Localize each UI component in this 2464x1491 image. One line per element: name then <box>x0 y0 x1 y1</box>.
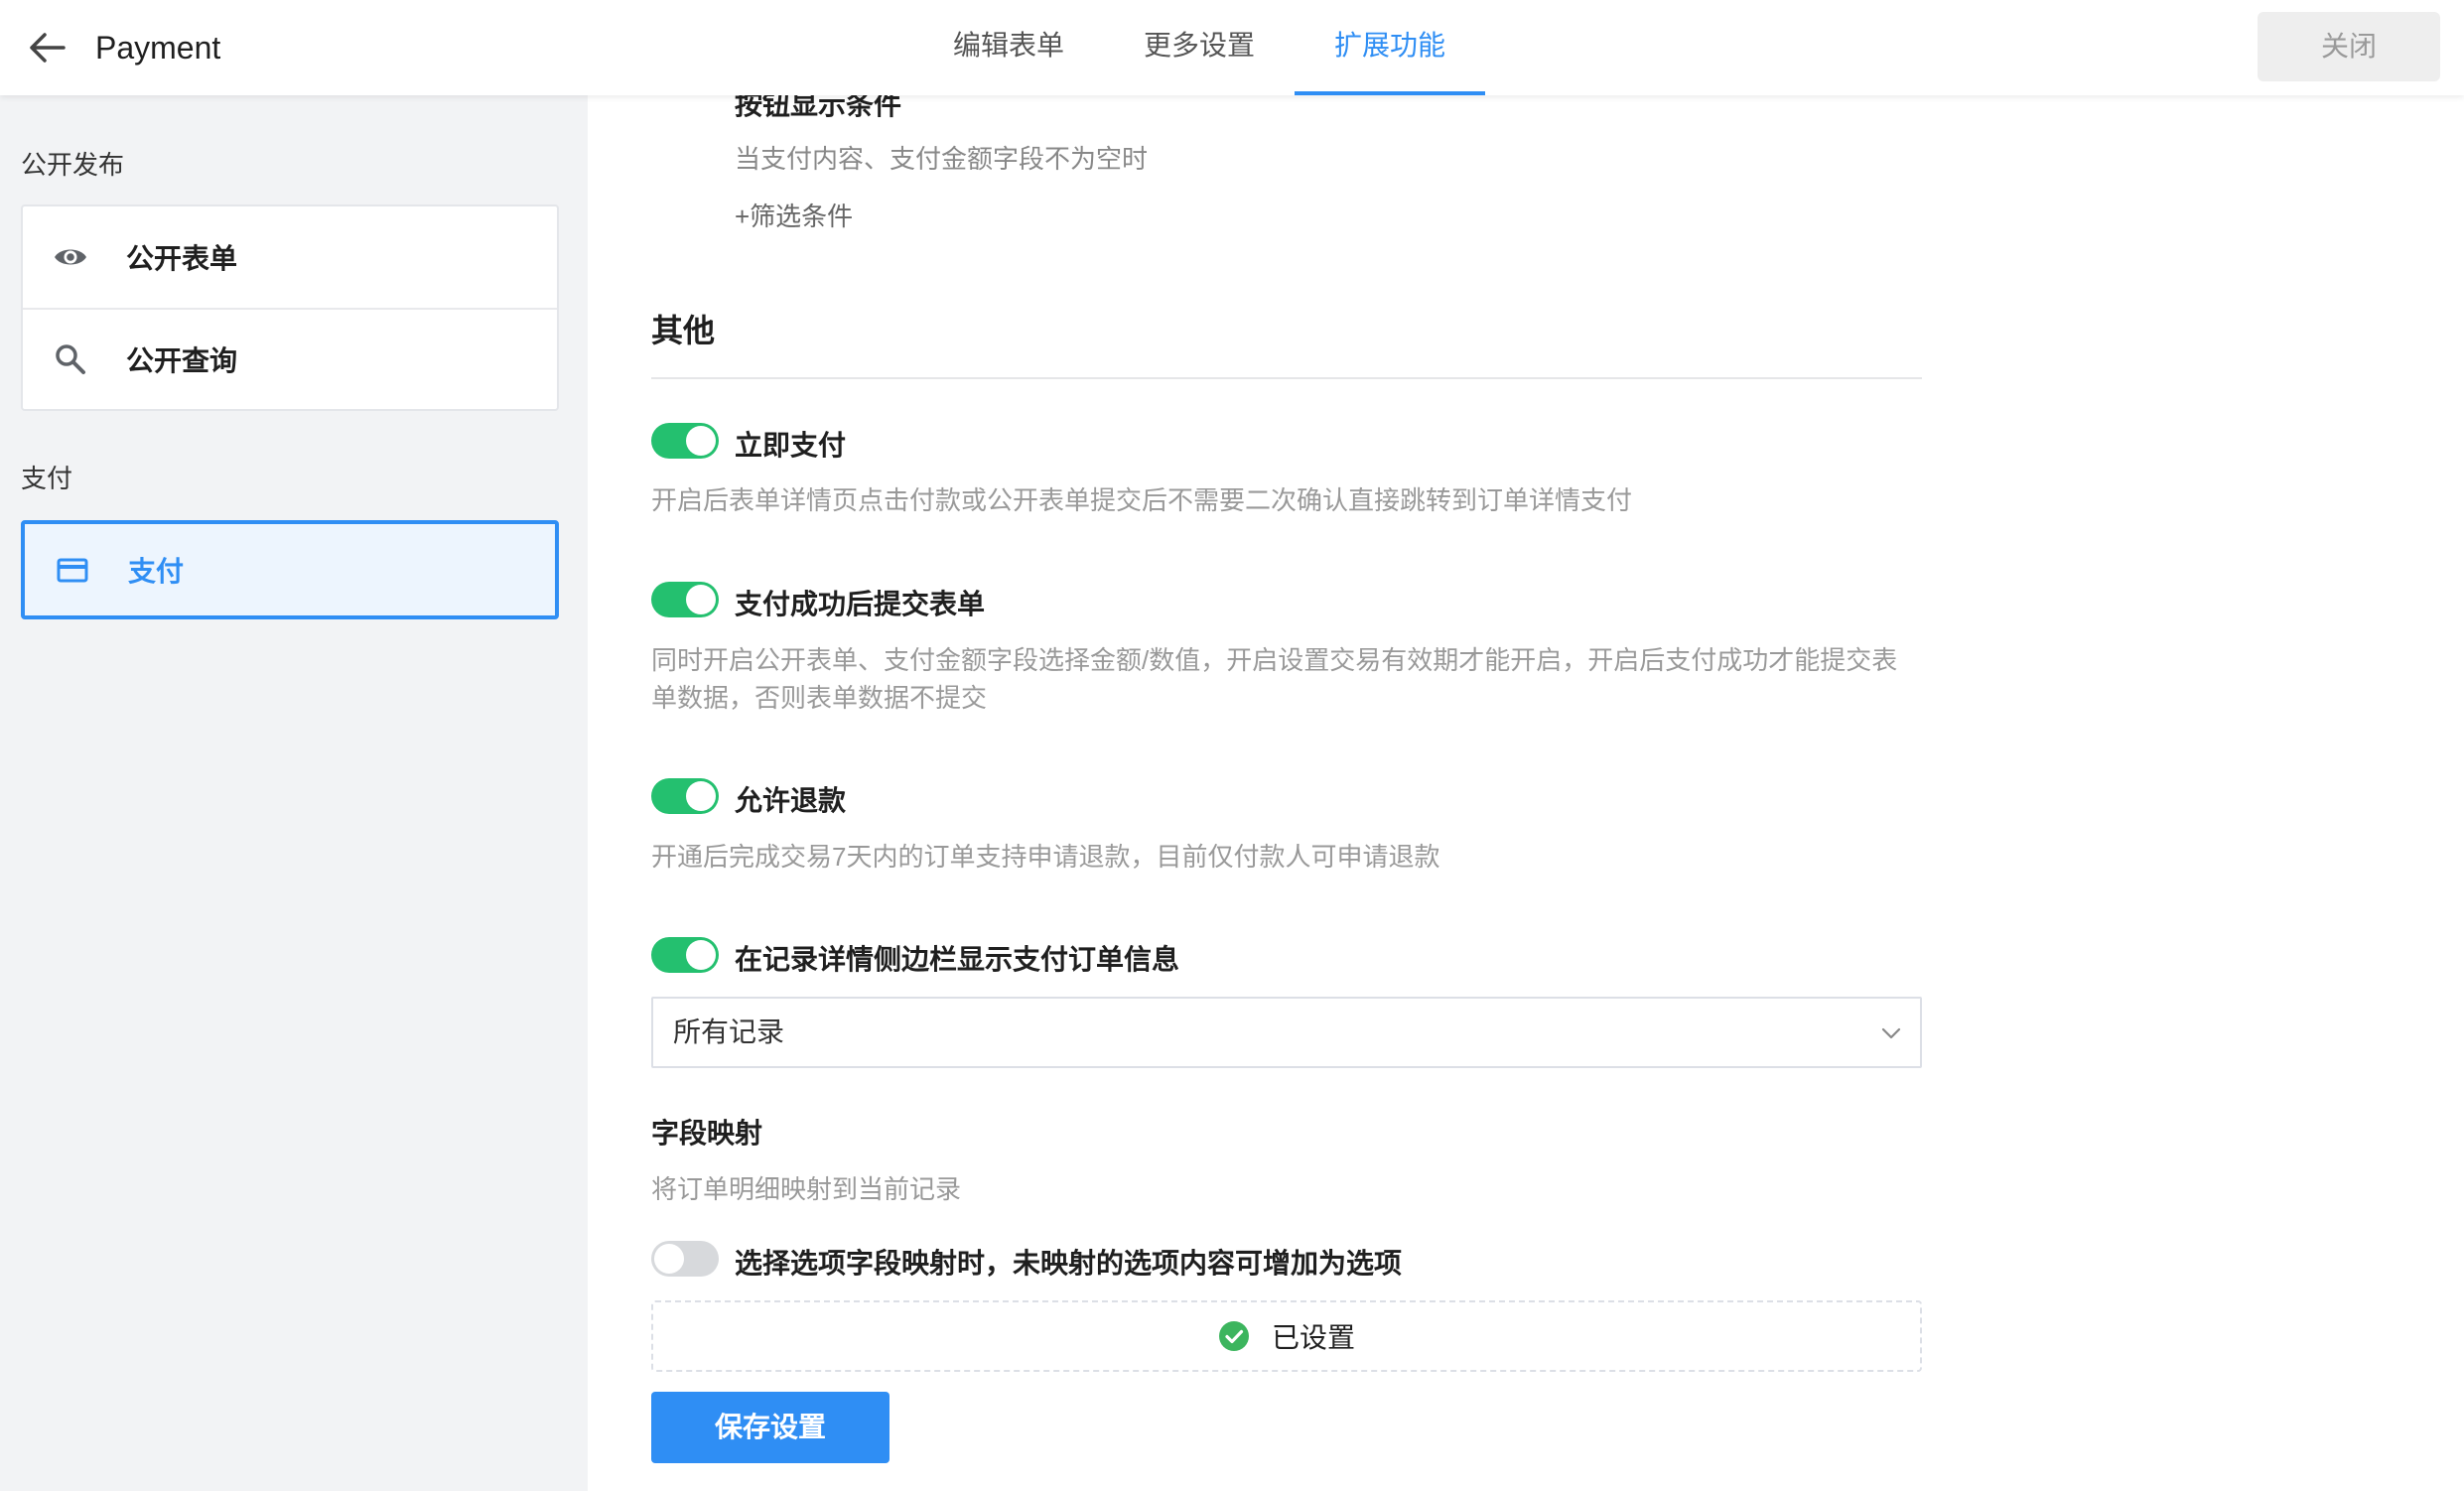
mapping-configured-box[interactable]: 已设置 <box>651 1300 1922 1372</box>
toggle-knob <box>686 781 716 811</box>
field-mapping-title: 字段映射 <box>651 1118 763 1149</box>
sidebar-item-public-form[interactable]: 公开表单 <box>23 206 557 308</box>
top-bar: Payment 编辑表单 更多设置 扩展功能 关闭 <box>0 0 2464 95</box>
sidebar-item-label: 公开表单 <box>126 243 238 274</box>
submit-after-pay-desc-line2: 单数据，否则表单数据不提交 <box>651 683 988 713</box>
payment-card: 支付 <box>21 520 559 619</box>
back-arrow-icon[interactable] <box>24 24 71 71</box>
show-order-info-toggle[interactable] <box>651 937 719 973</box>
pay-now-desc: 开启后表单详情页点击付款或公开表单提交后不需要二次确认直接跳转到订单详情支付 <box>651 485 1633 515</box>
field-mapping-desc: 将订单明细映射到当前记录 <box>651 1174 962 1204</box>
record-scope-select[interactable]: 所有记录 <box>651 997 1922 1068</box>
allow-refund-label: 允许退款 <box>735 785 847 816</box>
sidebar-item-public-query[interactable]: 公开查询 <box>23 308 557 409</box>
add-unmapped-options-toggle[interactable] <box>651 1241 719 1277</box>
tab-extensions[interactable]: 扩展功能 <box>1295 0 1485 95</box>
sidebar-item-label: 支付 <box>128 556 185 587</box>
add-unmapped-options-label: 选择选项字段映射时，未映射的选项内容可增加为选项 <box>735 1248 1403 1279</box>
tab-bar: 编辑表单 更多设置 扩展功能 <box>913 0 1485 95</box>
allow-refund-desc: 开通后完成交易7天内的订单支持申请退款，目前仅付款人可申请退款 <box>651 842 1440 872</box>
divider <box>651 377 1922 379</box>
app-title: Payment <box>95 30 221 66</box>
tab-more-settings[interactable]: 更多设置 <box>1104 0 1295 95</box>
sidebar-item-label: 公开查询 <box>126 345 238 376</box>
close-button[interactable]: 关闭 <box>2258 12 2440 81</box>
toggle-knob <box>686 940 716 970</box>
main-content: 按钮显示条件 当支付内容、支付金额字段不为空时 +筛选条件 其他 立即支付 开启… <box>588 95 2464 1491</box>
tab-edit-form[interactable]: 编辑表单 <box>913 0 1104 95</box>
credit-card-icon <box>55 552 90 588</box>
toggle-knob <box>654 1244 684 1274</box>
submit-after-pay-toggle[interactable] <box>651 582 719 617</box>
button-condition-title: 按钮显示条件 <box>735 95 902 120</box>
sidebar-group-title-public: 公开发布 <box>21 150 125 180</box>
configured-label: 已设置 <box>1271 1322 1355 1353</box>
add-filter-link[interactable]: +筛选条件 <box>735 197 853 233</box>
toggle-knob <box>686 426 716 456</box>
pay-now-label: 立即支付 <box>735 430 847 461</box>
pay-now-toggle[interactable] <box>651 423 719 459</box>
chevron-down-icon <box>1880 1022 1902 1044</box>
search-icon <box>53 341 88 377</box>
sidebar: 公开发布 公开表单 公开查询 支付 支付 <box>0 95 588 1491</box>
section-title-other: 其他 <box>651 313 716 348</box>
save-settings-button[interactable]: 保存设置 <box>651 1392 890 1463</box>
check-circle-icon <box>1218 1320 1250 1352</box>
submit-after-pay-label: 支付成功后提交表单 <box>735 589 986 619</box>
eye-icon <box>53 239 88 275</box>
toggle-knob <box>686 585 716 614</box>
public-publish-card: 公开表单 公开查询 <box>21 204 559 411</box>
allow-refund-toggle[interactable] <box>651 778 719 814</box>
submit-after-pay-desc-line1: 同时开启公开表单、支付金额字段选择金额/数值，开启设置交易有效期才能开启，开启后… <box>651 645 1898 675</box>
button-condition-text: 当支付内容、支付金额字段不为空时 <box>735 144 1149 174</box>
record-scope-value: 所有记录 <box>673 1017 785 1047</box>
sidebar-group-title-payment: 支付 <box>21 464 73 493</box>
sidebar-item-payment[interactable]: 支付 <box>25 524 555 615</box>
show-order-info-label: 在记录详情侧边栏显示支付订单信息 <box>735 944 1180 975</box>
